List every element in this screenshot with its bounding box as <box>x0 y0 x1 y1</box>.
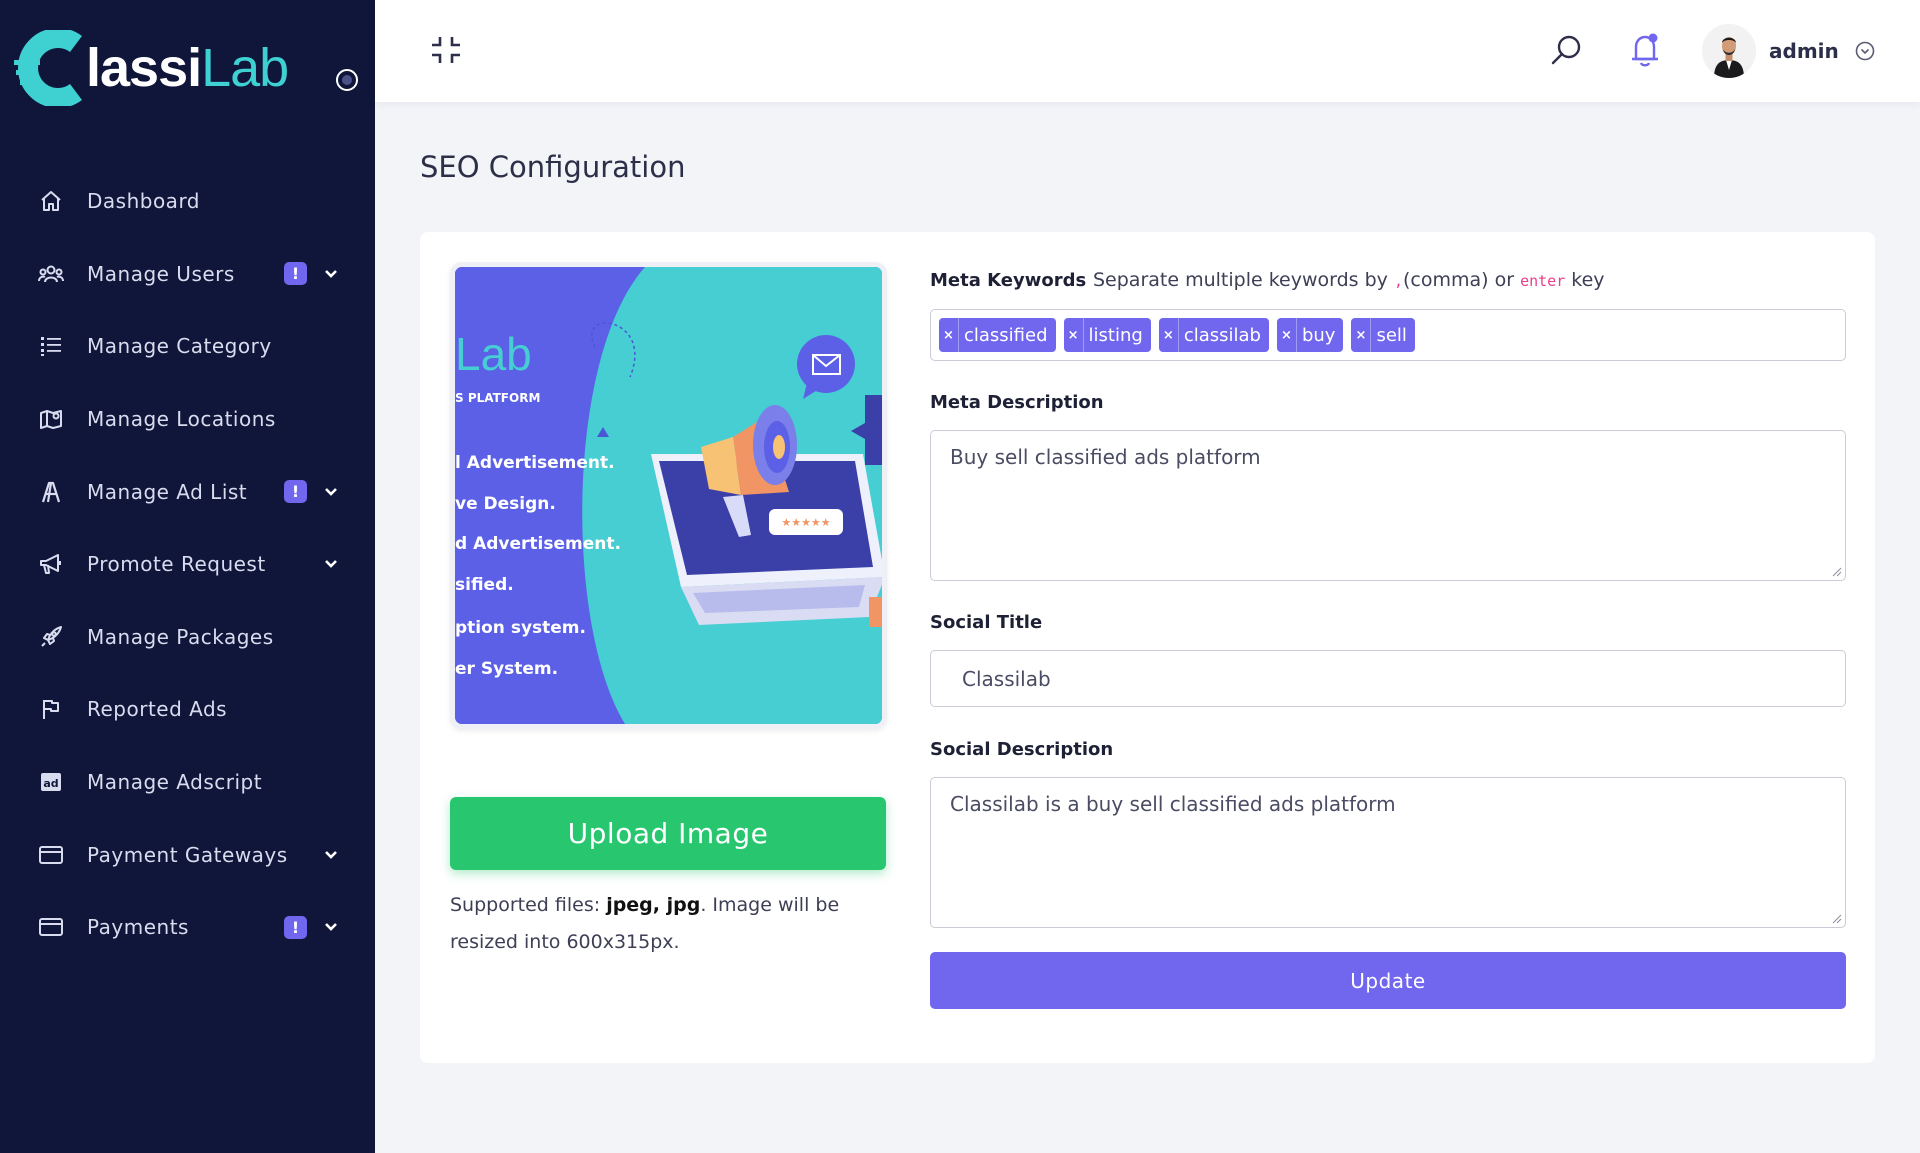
sidebar-item-label: Manage Locations <box>87 407 276 432</box>
bell-icon[interactable] <box>1628 32 1662 68</box>
chevron-down-icon[interactable] <box>322 555 340 573</box>
megaphone-icon <box>38 551 64 577</box>
remove-tag-icon[interactable]: × <box>1351 318 1372 352</box>
svg-text:ad: ad <box>43 777 58 790</box>
keyword-tag: × sell <box>1351 318 1415 352</box>
remove-tag-icon[interactable]: × <box>1159 318 1179 352</box>
preview-feature-3: d Advertisement. <box>455 534 621 554</box>
sidebar-item-manage-adscript[interactable]: ad Manage Adscript <box>0 746 375 819</box>
meta-keywords-input[interactable]: × classified × listing × classilab × buy × se… <box>930 309 1846 361</box>
preview-feature-2: ve Design. <box>455 494 556 514</box>
social-title-label: Social Title <box>930 612 1043 633</box>
sidebar-item-manage-users[interactable]: Manage Users ! <box>0 238 375 311</box>
home-icon <box>38 188 64 214</box>
chevron-down-circle-icon[interactable] <box>1855 41 1875 61</box>
sidebar: lassiLab Dashboard Manage Users ! Manage… <box>0 0 375 1153</box>
preview-logo-text: Lab <box>455 328 532 380</box>
chevron-down-icon[interactable] <box>322 846 340 864</box>
keyword-tag: × listing <box>1063 318 1151 352</box>
map-icon <box>38 406 64 432</box>
svg-text:★★★★★: ★★★★★ <box>781 516 830 529</box>
social-description-field[interactable]: Classilab is a buy sell classified ads p… <box>930 777 1846 928</box>
sidebar-item-dashboard[interactable]: Dashboard <box>0 165 375 238</box>
sidebar-item-reported-ads[interactable]: Reported Ads <box>0 673 375 746</box>
ad-list-icon <box>38 479 64 505</box>
preview-feature-6: er System. <box>455 659 559 679</box>
chevron-down-icon[interactable] <box>322 483 340 501</box>
sidebar-item-manage-category[interactable]: Manage Category <box>0 310 375 383</box>
sidebar-item-label: Payment Gateways <box>87 842 288 867</box>
card-icon <box>38 914 64 940</box>
user-name[interactable]: admin <box>1769 39 1839 63</box>
alert-badge: ! <box>284 480 307 504</box>
avatar[interactable] <box>1702 24 1756 78</box>
preview-tagline: S PLATFORM <box>455 391 541 405</box>
meta-description-field[interactable]: Buy sell classified ads platform <box>930 430 1846 581</box>
social-preview-image: ★★★★★ Lab S PLATFORM l Advertisement. ve… <box>450 262 887 729</box>
resize-handle-icon[interactable] <box>1830 565 1842 577</box>
ad-icon: ad <box>38 769 64 795</box>
sidebar-item-label: Dashboard <box>87 189 201 214</box>
page-title: SEO Configuration <box>420 150 686 184</box>
remove-tag-icon[interactable]: × <box>939 318 959 352</box>
sidebar-item-payments[interactable]: Payments ! <box>0 891 375 964</box>
sidebar-item-label: Manage Packages <box>87 624 274 649</box>
remove-tag-icon[interactable]: × <box>1277 318 1297 352</box>
topbar: admin <box>375 0 1920 102</box>
upload-note: Supported files: jpeg, jpg. Image will b… <box>450 894 840 953</box>
chevron-down-icon[interactable] <box>322 918 340 936</box>
resize-handle-icon[interactable] <box>1830 912 1842 924</box>
collapse-icon[interactable] <box>430 34 462 66</box>
sidebar-item-label: Payments <box>87 915 189 940</box>
brand-logo[interactable]: lassiLab <box>14 30 289 106</box>
sidebar-item-label: Promote Request <box>87 552 266 577</box>
brand-name: lassiLab <box>86 38 289 98</box>
sidebar-item-payment-gateways[interactable]: Payment Gateways <box>0 818 375 891</box>
remove-tag-icon[interactable]: × <box>1064 318 1084 352</box>
sidebar-item-label: Reported Ads <box>87 697 228 722</box>
sidebar-item-manage-locations[interactable]: Manage Locations <box>0 383 375 456</box>
sidebar-item-label: Manage Users <box>87 261 235 286</box>
rocket-icon <box>38 624 64 650</box>
alert-badge: ! <box>284 915 307 939</box>
alert-badge: ! <box>284 262 307 286</box>
list-icon <box>38 333 64 359</box>
sidebar-item-label: Manage Ad List <box>87 479 248 504</box>
upload-image-button[interactable]: Upload Image <box>450 797 886 870</box>
meta-keywords-label: Meta Keywords <box>930 270 1087 291</box>
preview-feature-1: l Advertisement. <box>455 453 615 473</box>
users-icon <box>38 261 64 287</box>
card-icon <box>38 842 64 868</box>
social-title-field[interactable]: Classilab <box>930 650 1846 707</box>
sidebar-item-label: Manage Category <box>87 334 272 359</box>
sidebar-item-manage-packages[interactable]: Manage Packages <box>0 601 375 674</box>
sidebar-item-manage-ad-list[interactable]: Manage Ad List ! <box>0 455 375 528</box>
seo-card: ★★★★★ Lab S PLATFORM l Advertisement. ve… <box>420 232 1875 1063</box>
flag-icon <box>38 696 64 722</box>
sidebar-item-label: Manage Adscript <box>87 770 263 795</box>
social-description-label: Social Description <box>930 739 1114 760</box>
preview-feature-5: ption system. <box>455 618 586 638</box>
keyword-tag: × classilab <box>1158 318 1269 352</box>
meta-description-label: Meta Description <box>930 392 1104 413</box>
update-button[interactable]: Update <box>930 952 1846 1009</box>
sidebar-nav: Dashboard Manage Users ! Manage Category… <box>0 165 375 964</box>
chevron-down-icon[interactable] <box>322 265 340 283</box>
logo-mark-icon <box>14 30 82 106</box>
sidebar-toggle-button[interactable] <box>336 69 358 91</box>
sidebar-item-promote-request[interactable]: Promote Request <box>0 528 375 601</box>
meta-keywords-hint: Separate multiple keywords by ,(comma) o… <box>1093 269 1605 291</box>
keyword-tag: × classified <box>939 318 1056 352</box>
keyword-tag: × buy <box>1276 318 1344 352</box>
search-icon[interactable] <box>1550 33 1584 67</box>
preview-feature-4: sified. <box>455 575 514 595</box>
